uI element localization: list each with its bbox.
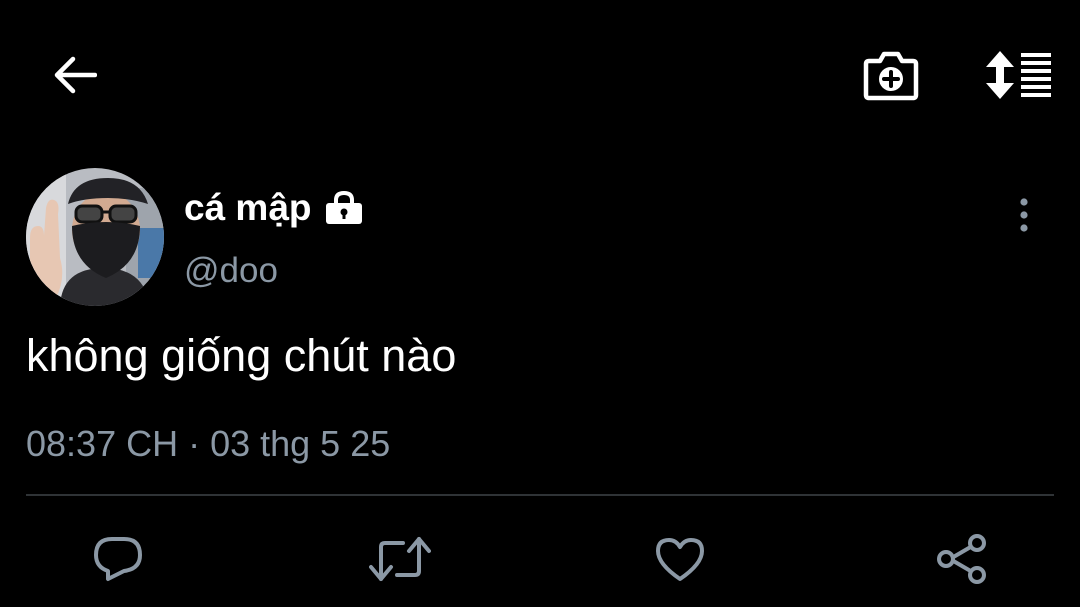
lock-icon (324, 191, 364, 225)
author-name-row[interactable]: cá mập (184, 186, 364, 230)
avatar[interactable] (26, 168, 164, 306)
reply-icon (94, 537, 142, 581)
more-options-button[interactable] (1004, 190, 1044, 240)
back-button[interactable] (44, 46, 104, 104)
tweet-text: không giống chút nào (26, 330, 457, 381)
reply-button[interactable] (84, 528, 152, 590)
more-vertical-icon (1020, 198, 1028, 232)
avatar-image (26, 168, 164, 306)
sort-list-icon (986, 51, 1051, 99)
tweet-timestamp: 08:37 CH · 03 thg 5 25 (26, 423, 391, 464)
like-button[interactable] (646, 528, 714, 590)
add-photo-button[interactable] (860, 44, 922, 106)
sort-replies-button[interactable] (980, 44, 1054, 106)
author-display-name[interactable]: cá mập (184, 186, 312, 230)
retweet-button[interactable] (364, 528, 436, 590)
arrow-left-icon (54, 56, 97, 94)
retweet-icon (369, 537, 431, 581)
camera-plus-icon (863, 51, 919, 101)
divider (26, 494, 1054, 496)
heart-icon (656, 538, 704, 581)
author-handle[interactable]: @doo (184, 250, 278, 292)
share-icon (937, 534, 986, 584)
share-button[interactable] (928, 528, 996, 590)
